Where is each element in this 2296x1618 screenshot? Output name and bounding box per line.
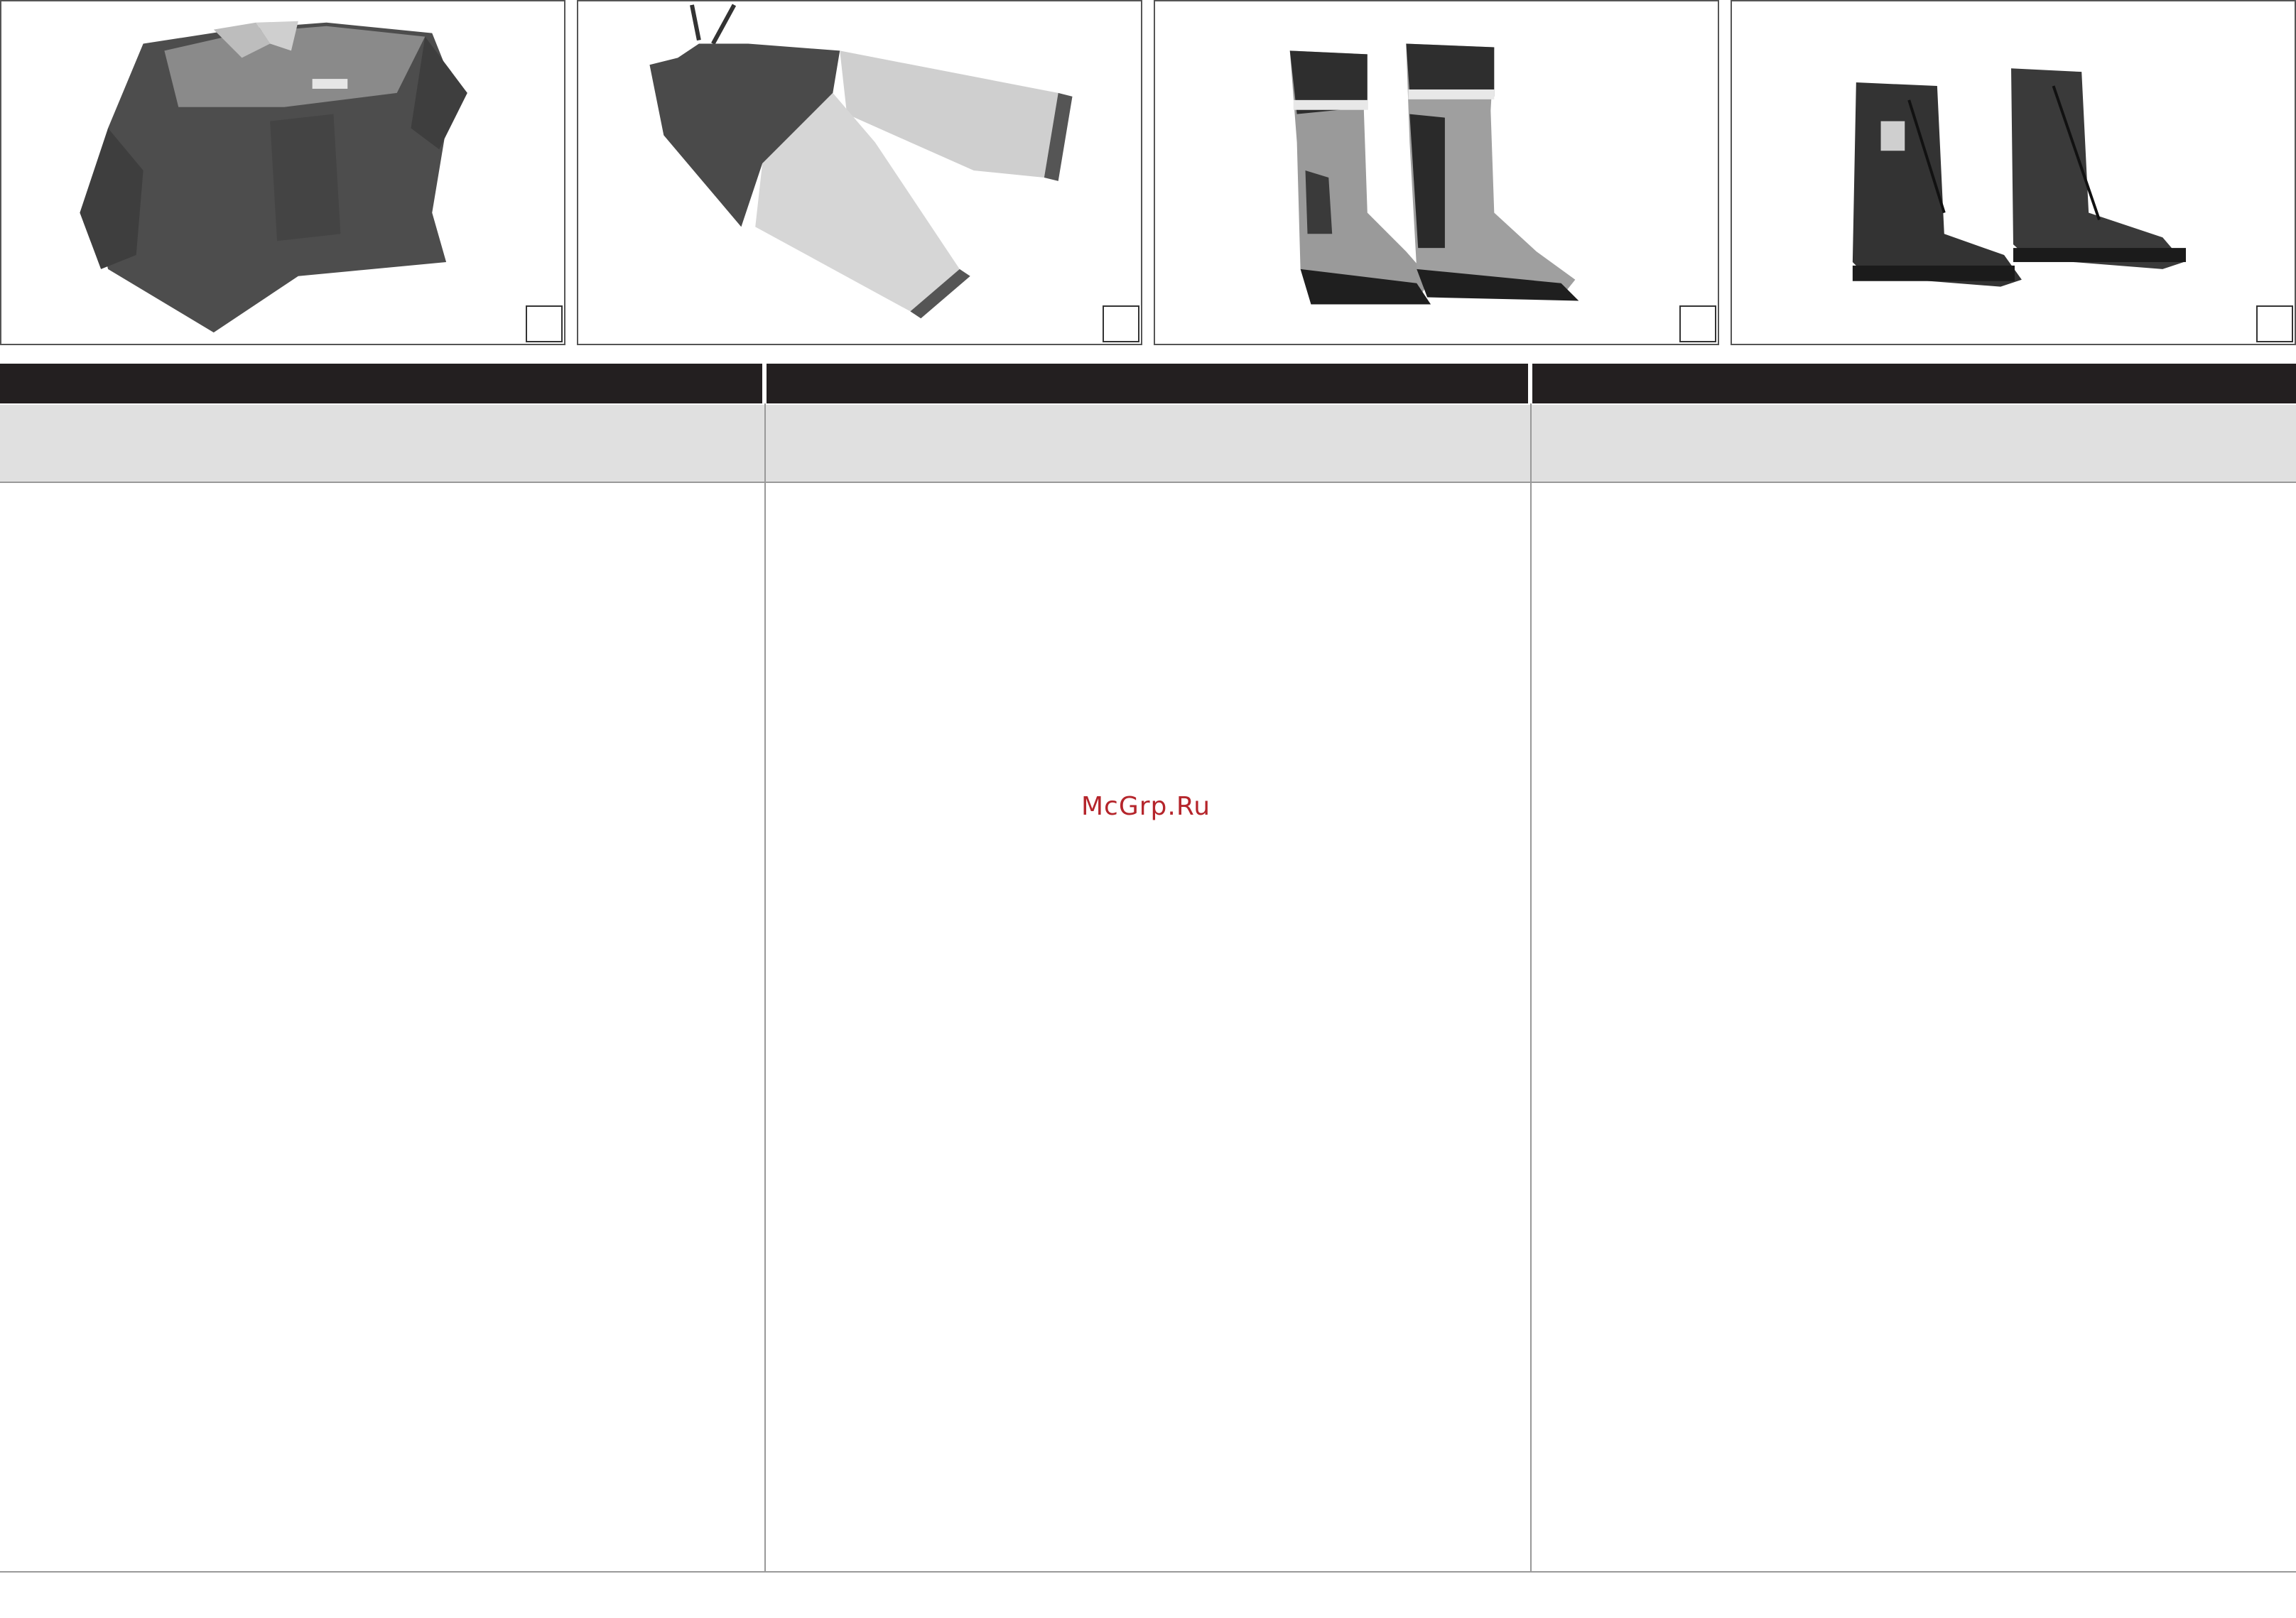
product-panel-rubber-boots bbox=[1154, 0, 1719, 345]
column-subheader bbox=[1532, 405, 2296, 483]
header-divider bbox=[762, 364, 767, 403]
bib-trousers-image bbox=[649, 4, 1073, 319]
rubber-boots-image bbox=[1289, 43, 1579, 305]
table-column-2 bbox=[764, 364, 1530, 1571]
table-column-3 bbox=[1530, 364, 2296, 1571]
panel-badge bbox=[2256, 305, 2293, 342]
column-body bbox=[1532, 483, 2296, 1571]
column-subheader bbox=[0, 405, 764, 483]
content-table bbox=[0, 364, 2296, 1573]
jacket-image bbox=[80, 21, 467, 333]
column-body bbox=[766, 483, 1530, 1571]
watermark-text: McGrp.Ru bbox=[1081, 792, 1211, 821]
table-column-1 bbox=[0, 364, 764, 1571]
column-body bbox=[0, 483, 764, 1571]
panel-badge bbox=[526, 305, 563, 342]
panel-badge bbox=[1679, 305, 1716, 342]
leather-boots-image bbox=[1852, 68, 2186, 287]
column-header bbox=[766, 364, 1530, 403]
header-divider bbox=[1528, 364, 1532, 403]
column-subheader bbox=[766, 405, 1530, 483]
panel-badge bbox=[1103, 305, 1139, 342]
product-panel-jacket bbox=[0, 0, 565, 345]
product-panel-leather-boots bbox=[1731, 0, 2296, 345]
product-panel-trousers bbox=[577, 0, 1142, 345]
column-header bbox=[1532, 364, 2296, 403]
column-header bbox=[0, 364, 764, 403]
